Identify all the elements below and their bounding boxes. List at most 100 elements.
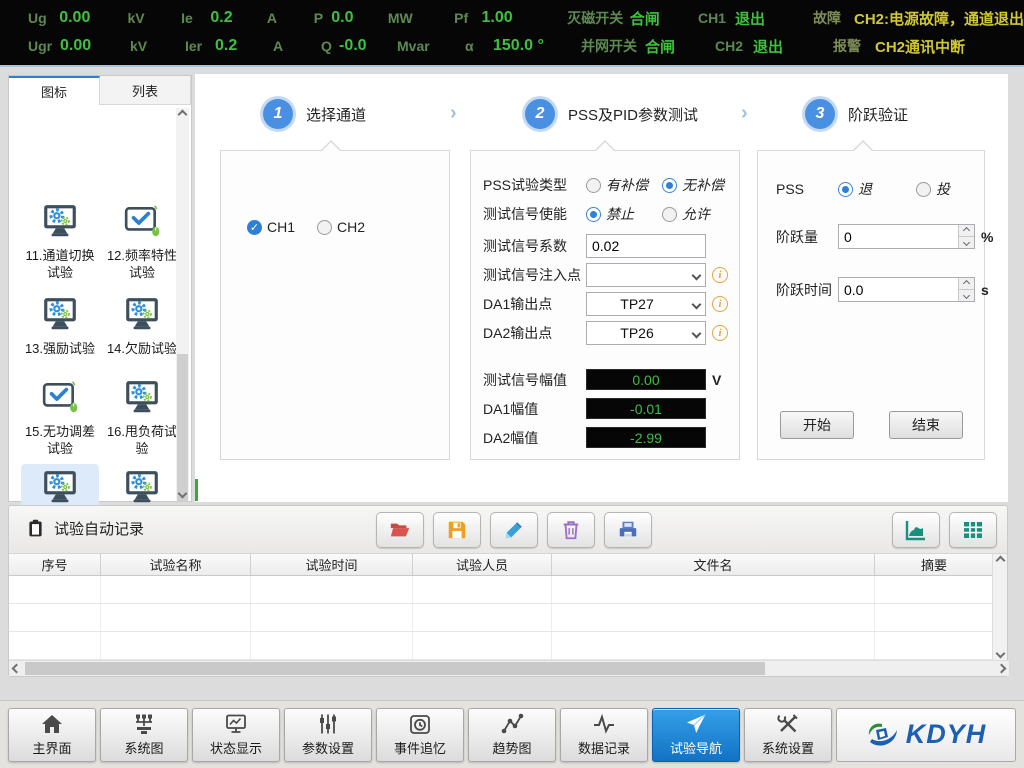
- save-record-button[interactable]: [433, 512, 481, 548]
- info-icon[interactable]: i: [712, 325, 728, 341]
- info-icon[interactable]: i: [712, 296, 728, 312]
- metric-label: P: [314, 10, 332, 26]
- spinner-up-icon[interactable]: [959, 278, 974, 290]
- channel-state: 退出: [753, 36, 833, 57]
- sidebar-item-forced-excitation-test[interactable]: 13.强励试验: [21, 291, 99, 357]
- metric-unit: MW: [388, 10, 454, 26]
- sidebar-item-reactive-droop-test[interactable]: 15.无功调差试验: [21, 374, 99, 457]
- step-arrow-icon: ›: [450, 102, 457, 125]
- da2-output-select[interactable]: TP26: [586, 321, 706, 345]
- radio-label: 退: [858, 179, 872, 199]
- step-amount-input[interactable]: [839, 225, 958, 248]
- nav-event-recall[interactable]: 事件追忆: [376, 708, 464, 762]
- nav-parameter-settings[interactable]: 参数设置: [284, 708, 372, 762]
- table-row[interactable]: [9, 576, 993, 604]
- record-horizontal-scrollbar[interactable]: [9, 660, 1009, 676]
- metric-label: Ier: [185, 38, 215, 54]
- unit-label: %: [981, 229, 993, 245]
- clipboard-icon: [25, 518, 46, 539]
- metric-value: 1.00: [481, 9, 567, 27]
- sidebar-scrollbar[interactable]: [176, 108, 189, 500]
- record-vertical-scrollbar[interactable]: [992, 554, 1007, 660]
- nav-system-diagram[interactable]: 系统图: [100, 708, 188, 762]
- scroll-down-icon[interactable]: [176, 487, 189, 500]
- start-button[interactable]: 开始: [780, 411, 854, 439]
- save-icon: [446, 519, 468, 541]
- step-label: PSS及PID参数测试: [568, 104, 698, 125]
- column-header[interactable]: 试验名称: [101, 554, 251, 575]
- column-header[interactable]: 试验时间: [251, 554, 413, 575]
- column-header[interactable]: 文件名: [552, 554, 875, 575]
- delete-record-button[interactable]: [547, 512, 595, 548]
- radio-pss-on[interactable]: [916, 182, 931, 197]
- field-label: 测试信号幅值: [483, 370, 586, 390]
- info-icon[interactable]: i: [712, 267, 728, 283]
- sidebar-item-load-rejection-test[interactable]: 16.甩负荷试验: [103, 374, 181, 457]
- radio-without-compensation[interactable]: [662, 178, 677, 193]
- step-arrow-icon: ›: [741, 102, 748, 125]
- sidebar-item-channel-switch-test[interactable]: 11.通道切换试验: [21, 198, 99, 281]
- step-number-badge: 2: [525, 99, 555, 129]
- step-time-stepper[interactable]: [838, 277, 975, 302]
- sidebar-item-label: 16.甩负荷试验: [103, 423, 181, 457]
- radio-pss-off[interactable]: [838, 182, 853, 197]
- nav-trend-chart[interactable]: 趋势图: [468, 708, 556, 762]
- scroll-up-icon[interactable]: [993, 554, 1008, 567]
- radio-with-compensation[interactable]: [586, 178, 601, 193]
- test-wizard-area: 1 选择通道 › 2 PSS及PID参数测试 › 3 阶跃验证 CH1 CH2 …: [195, 74, 1008, 502]
- scroll-down-icon[interactable]: [993, 647, 1008, 660]
- open-record-button[interactable]: [376, 512, 424, 548]
- sidebar-item-under-excitation-test[interactable]: 14.欠励试验: [103, 291, 181, 357]
- switch-label: 灭磁开关: [567, 8, 629, 28]
- tab-list-view[interactable]: 列表: [100, 76, 191, 105]
- print-record-button[interactable]: [604, 512, 652, 548]
- column-header[interactable]: 摘要: [875, 554, 993, 575]
- system-diagram-icon: [132, 712, 156, 736]
- scroll-left-icon[interactable]: [9, 661, 24, 676]
- signal-amplitude-display: 0.00: [586, 369, 706, 390]
- scroll-right-icon[interactable]: [994, 661, 1009, 676]
- chart-view-button[interactable]: [892, 512, 940, 548]
- field-label: 阶跃时间: [776, 280, 838, 300]
- radio-ch2[interactable]: [317, 220, 332, 235]
- nav-system-settings[interactable]: 系统设置: [744, 708, 832, 762]
- radio-ch1[interactable]: [247, 220, 262, 235]
- spinner-down-icon[interactable]: [959, 290, 974, 301]
- channel-state: 退出: [735, 8, 813, 29]
- column-header[interactable]: 序号: [9, 554, 101, 575]
- step-amount-stepper[interactable]: [838, 224, 975, 249]
- end-button[interactable]: 结束: [889, 411, 963, 439]
- radio-disable[interactable]: [586, 207, 601, 222]
- radio-enable[interactable]: [662, 207, 677, 222]
- sidebar-item-frequency-characteristic-test[interactable]: 12.频率特性试验: [103, 198, 181, 281]
- edit-record-button[interactable]: [490, 512, 538, 548]
- table-row[interactable]: [9, 632, 993, 660]
- nav-data-record[interactable]: 数据记录: [560, 708, 648, 762]
- column-header[interactable]: 试验人员: [413, 554, 552, 575]
- wizard-step-2: 2 PSS及PID参数测试: [525, 99, 698, 129]
- metric-value: 0.2: [215, 37, 273, 55]
- scrollbar-thumb[interactable]: [177, 354, 188, 502]
- select-value: TP26: [587, 325, 687, 341]
- table-row[interactable]: [9, 604, 993, 632]
- inject-point-select[interactable]: [586, 263, 706, 287]
- nav-status-display[interactable]: 状态显示: [192, 708, 280, 762]
- field-label: 阶跃量: [776, 227, 838, 247]
- step-time-input[interactable]: [839, 278, 958, 301]
- da1-output-select[interactable]: TP27: [586, 292, 706, 316]
- signal-coefficient-input[interactable]: [586, 234, 706, 258]
- table-view-button[interactable]: [949, 512, 997, 548]
- nav-main-screen[interactable]: 主界面: [8, 708, 96, 762]
- nav-test-navigation[interactable]: 试验导航: [652, 708, 740, 762]
- spinner-down-icon[interactable]: [959, 237, 974, 248]
- auto-record-section: 试验自动记录: [8, 505, 1008, 677]
- metric-value: -0.0: [339, 37, 397, 55]
- nav-label: 数据记录: [578, 738, 630, 757]
- tab-icon-view[interactable]: 图标: [9, 76, 100, 105]
- scrollbar-thumb[interactable]: [25, 662, 765, 675]
- chart-view-icon: [904, 518, 928, 542]
- spinner-up-icon[interactable]: [959, 225, 974, 237]
- scroll-up-icon[interactable]: [176, 108, 189, 121]
- test-list-sidebar: 图标 列表 11.通道切换试验 12.频率特性试验 13.强励试验 14.欠励试…: [8, 75, 192, 502]
- nav-label: 系统图: [124, 738, 163, 757]
